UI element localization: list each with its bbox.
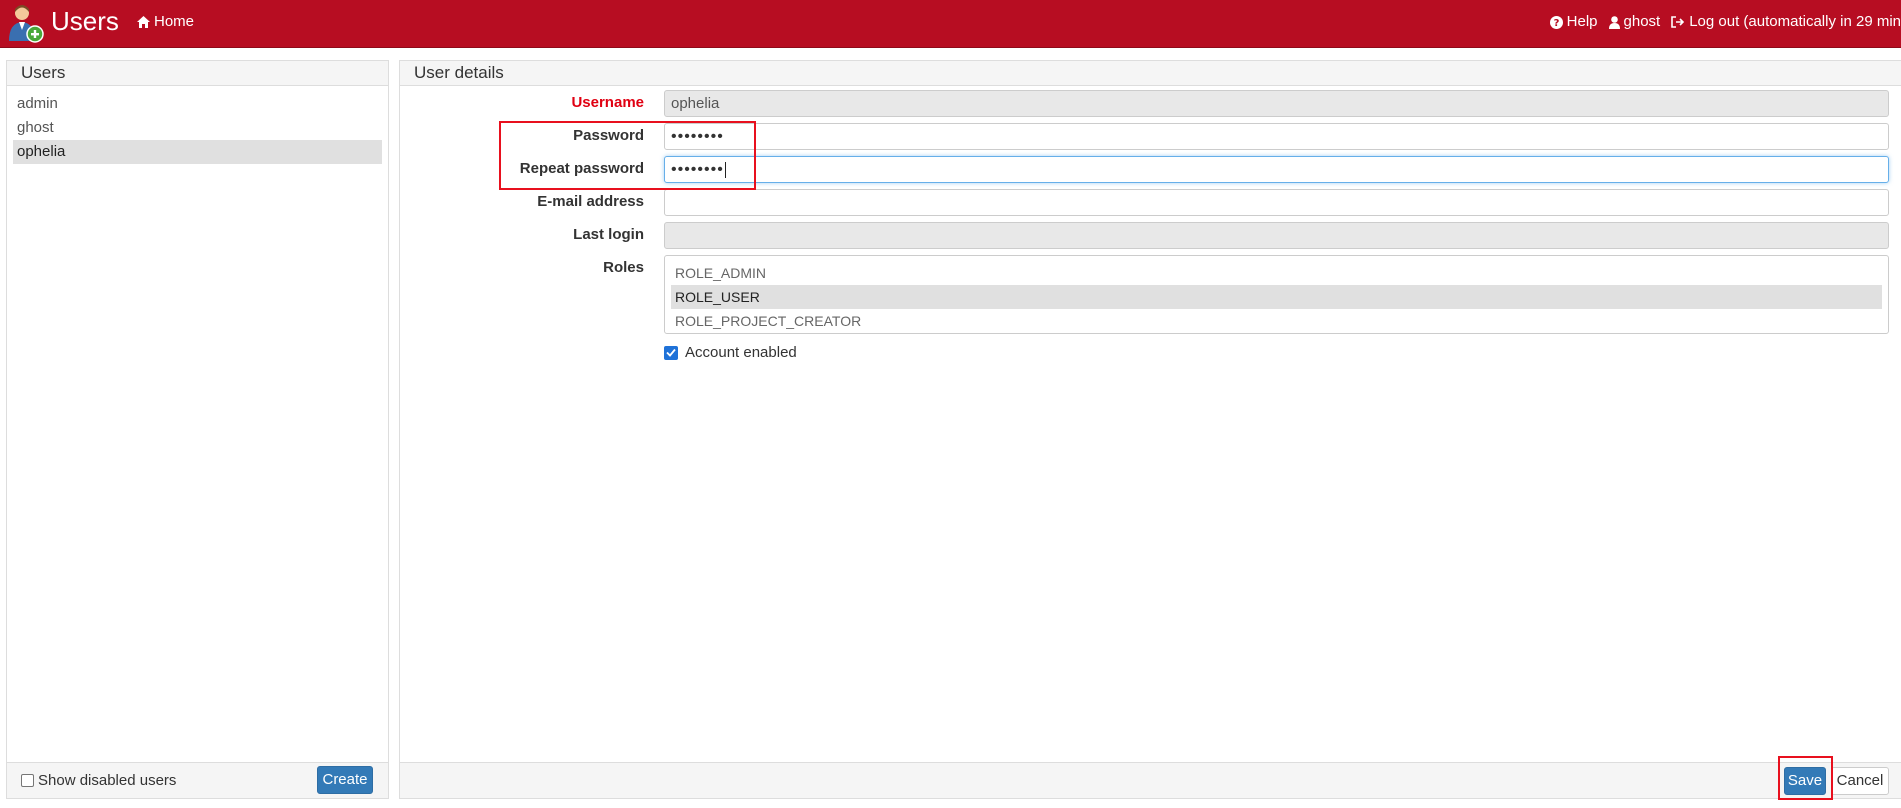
top-navbar: Users Home ? Help ghost Log out (automat… [0, 0, 1901, 48]
user-list-item[interactable]: ghost [13, 116, 382, 140]
account-enabled-toggle[interactable]: Account enabled [664, 344, 797, 361]
user-list-item-selected[interactable]: ophelia [13, 140, 382, 164]
nav-home-link[interactable]: Home [137, 12, 194, 32]
nav-right-menu: ? Help ghost Log out (automatically in 2… [1539, 12, 1901, 32]
show-disabled-users-toggle[interactable]: Show disabled users [21, 772, 176, 789]
svg-text:?: ? [1553, 18, 1559, 29]
show-disabled-label: Show disabled users [38, 772, 177, 789]
repeat-password-label: Repeat password [519, 160, 644, 177]
user-icon [1608, 15, 1620, 29]
roles-list[interactable]: ROLE_ADMIN ROLE_USER ROLE_PROJECT_CREATO… [664, 255, 1889, 334]
users-panel-footer: Show disabled users Create [7, 762, 388, 798]
username-value: ophelia [671, 95, 720, 112]
last-login-label: Last login [573, 226, 644, 243]
question-circle-icon: ? [1549, 15, 1563, 29]
save-button[interactable]: Save [1784, 767, 1826, 795]
role-option[interactable]: ROLE_PROJECT_CREATOR [671, 309, 1882, 333]
roles-label: Roles [603, 259, 644, 276]
repeat-password-value: •••••••• [671, 161, 724, 178]
cancel-button[interactable]: Cancel [1831, 767, 1889, 795]
check-icon [666, 348, 676, 357]
users-panel: Users admin ghost ophelia Show disabled … [6, 60, 389, 799]
nav-user-link[interactable]: ghost [1608, 12, 1661, 32]
show-disabled-checkbox[interactable] [21, 774, 34, 787]
home-icon [137, 16, 150, 28]
account-enabled-label: Account enabled [685, 344, 797, 361]
user-add-icon [9, 5, 44, 43]
repeat-password-field[interactable]: •••••••• [664, 156, 1889, 183]
password-label: Password [573, 127, 644, 144]
users-list: admin ghost ophelia [13, 92, 382, 164]
username-label: Username [571, 94, 644, 111]
page-title: Users [51, 6, 119, 36]
password-value: •••••••• [671, 128, 724, 145]
text-caret [724, 162, 726, 179]
user-details-panel-footer: Save Cancel [400, 762, 1901, 798]
user-details-panel-title: User details [400, 61, 1901, 86]
username-field: ophelia [664, 90, 1889, 117]
nav-home-label: Home [154, 13, 195, 30]
email-label: E-mail address [537, 193, 644, 210]
nav-help-label: Help [1566, 13, 1598, 30]
email-field[interactable] [664, 189, 1889, 216]
nav-user-label: ghost [1623, 13, 1661, 30]
nav-logout-link[interactable]: Log out (automatically in 29 min [1671, 12, 1901, 32]
users-panel-title: Users [7, 61, 388, 86]
password-field[interactable]: •••••••• [664, 123, 1889, 150]
user-list-item[interactable]: admin [13, 92, 382, 116]
account-enabled-checkbox[interactable] [664, 345, 678, 360]
sign-out-icon [1671, 16, 1685, 28]
role-option-selected[interactable]: ROLE_USER [671, 285, 1882, 309]
role-option[interactable]: ROLE_ADMIN [671, 261, 1882, 285]
last-login-field [664, 222, 1889, 249]
create-user-button[interactable]: Create [317, 766, 373, 794]
nav-help-link[interactable]: ? Help [1549, 12, 1598, 32]
nav-logout-label: Log out (automatically in 29 min [1689, 13, 1901, 30]
